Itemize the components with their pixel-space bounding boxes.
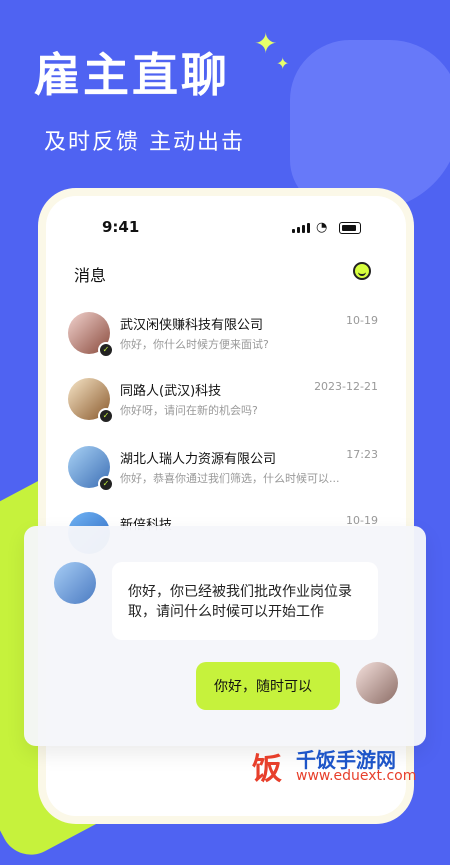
watermark: 饭 千饭手游网 www.eduext.com [252,744,442,794]
conversation-date: 2023-12-21 [314,380,378,393]
conversation-row[interactable]: ✓ 武汉闲侠赚科技有限公司 10-19 你好，你什么时候方便来面试? [68,312,388,362]
incoming-message: 你好，你已经被我们批改作业岗位录取，请问什么时候可以开始工作 [112,562,378,640]
wifi-icon: ◔ [316,220,328,235]
status-time: 9:41 [102,218,140,236]
outgoing-message-text: 你好，随时可以 [214,679,312,695]
verified-icon: ✓ [98,476,114,492]
incoming-message-text: 你好，你已经被我们批改作业岗位录取，请问什么时候可以开始工作 [128,584,352,620]
subline: 及时反馈 主动出击 [44,130,245,155]
verified-icon: ✓ [98,342,114,358]
battery-icon [339,222,361,234]
conversation-preview: 你好呀，请问在新的机会吗? [120,404,258,417]
headset-icon[interactable] [353,262,371,280]
conversation-row[interactable]: ✓ 湖北人瑞人力资源有限公司 17:23 你好，恭喜你通过我们筛选，什么时候可以… [68,446,388,496]
watermark-url: www.eduext.com [296,768,417,784]
signal-icon [292,223,310,233]
conversation-preview: 你好，你什么时候方便来面试? [120,338,269,351]
verified-icon: ✓ [98,408,114,424]
conversation-date: 17:23 [346,448,378,461]
watermark-logo: 饭 [252,752,282,787]
avatar [356,662,398,704]
outgoing-message: 你好，随时可以 [196,662,340,710]
sparkle-icon: ✦ [276,54,290,73]
conversation-name: 湖北人瑞人力资源有限公司 [120,452,277,467]
conversation-name: 同路人(武汉)科技 [120,384,222,399]
conversation-name: 武汉闲侠赚科技有限公司 [120,318,264,333]
conversation-row[interactable]: ✓ 同路人(武汉)科技 2023-12-21 你好呀，请问在新的机会吗? [68,378,388,428]
status-bar: 9:41 ◔ [46,218,406,238]
headline: 雇主直聊 [34,48,230,102]
conversation-date: 10-19 [346,314,378,327]
avatar [54,562,96,604]
chat-overlay: 你好，你已经被我们批改作业岗位录取，请问什么时候可以开始工作 你好，随时可以 [24,526,426,746]
sparkle-icon: ✦ [254,27,278,60]
blob-decoration [290,40,450,210]
conversation-preview: 你好，恭喜你通过我们筛选，什么时候可以... [120,472,340,485]
page-title: 消息 [74,266,107,285]
